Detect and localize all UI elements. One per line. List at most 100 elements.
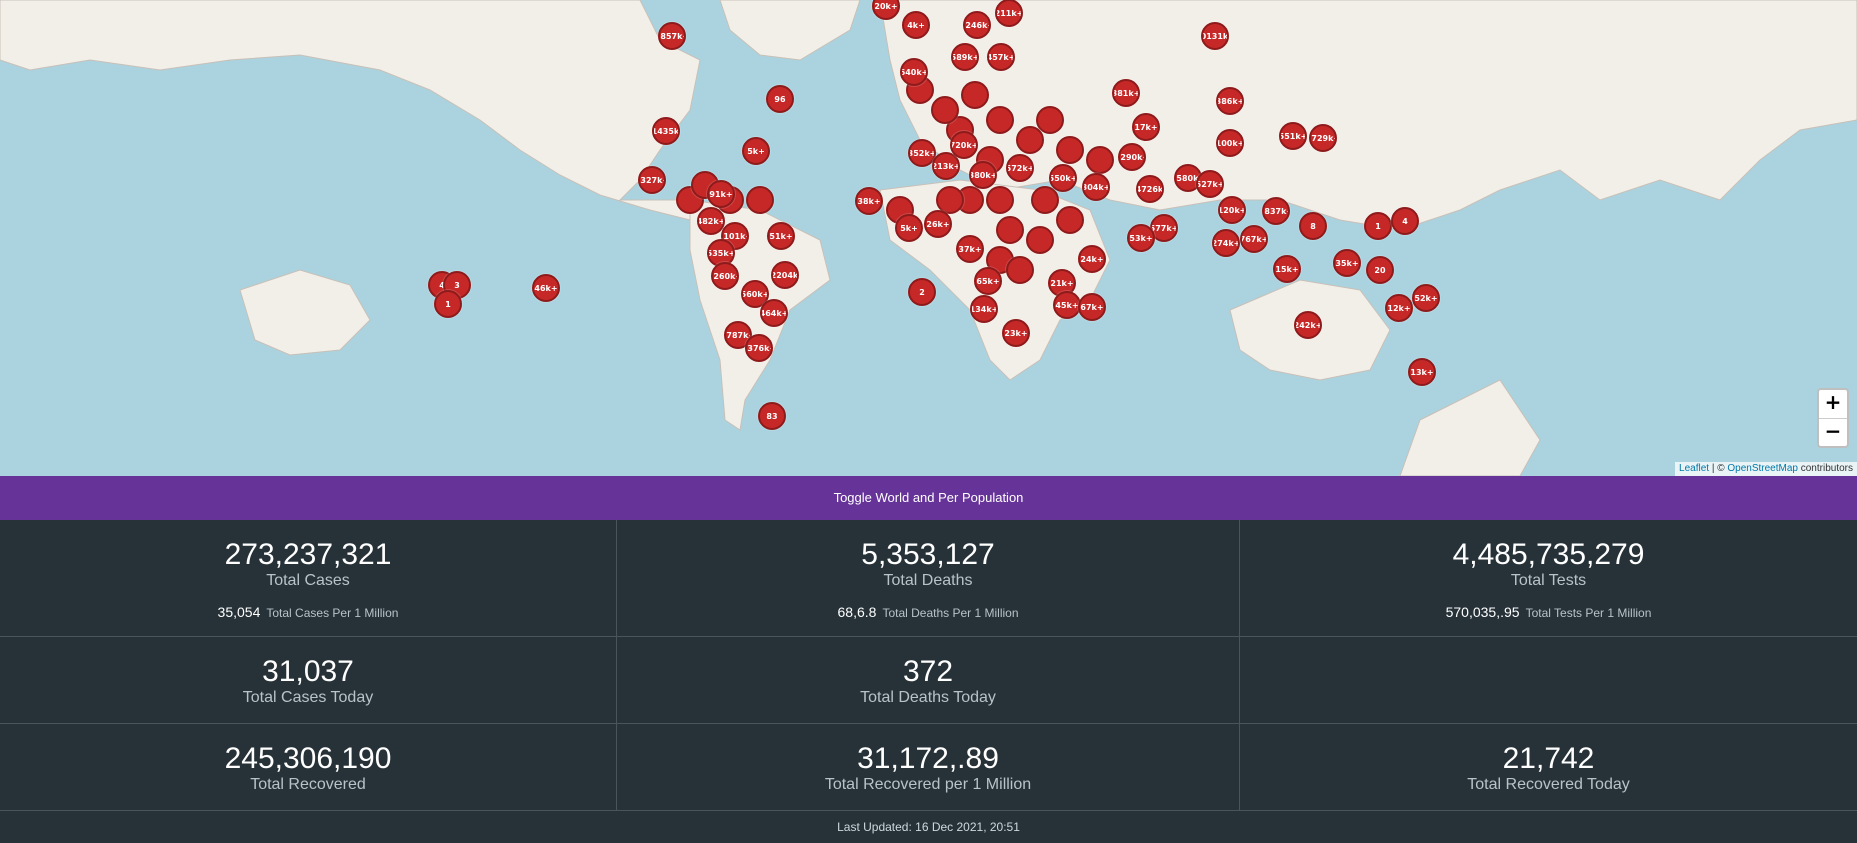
- cluster-marker[interactable]: 211k+: [995, 0, 1023, 27]
- cases-per-million-value: 35,054: [217, 604, 261, 620]
- cluster-marker[interactable]: [986, 106, 1014, 134]
- cluster-marker[interactable]: [1056, 206, 1084, 234]
- cluster-marker[interactable]: 464k+: [760, 299, 788, 327]
- cluster-marker[interactable]: 17k+: [1132, 113, 1160, 141]
- zoom-control: + −: [1817, 388, 1849, 448]
- cluster-marker[interactable]: 5376k+: [745, 334, 773, 362]
- total-tests-card: 4,485,735,279 Total Tests 570,035,.95 Tot…: [1240, 520, 1857, 636]
- cluster-marker[interactable]: 100k+: [1216, 129, 1244, 157]
- cluster-marker[interactable]: [1026, 226, 1054, 254]
- cluster-marker[interactable]: 120k+: [1218, 196, 1246, 224]
- cluster-marker[interactable]: 22204k+: [771, 261, 799, 289]
- cluster-marker[interactable]: 5k+: [742, 137, 770, 165]
- cluster-marker[interactable]: 527k+: [1196, 170, 1224, 198]
- cluster-marker[interactable]: 2260k+: [711, 262, 739, 290]
- total-tests-label: Total Tests: [1510, 572, 1587, 589]
- cases-today-value: 31,037: [262, 655, 354, 688]
- world-map[interactable]: 1857k+51435k+3327k+965k+91k+482k+5101k+5…: [0, 0, 1857, 476]
- zoom-in-button[interactable]: +: [1819, 390, 1847, 418]
- cases-today-label: Total Cases Today: [242, 689, 374, 706]
- cluster-marker[interactable]: 96: [766, 85, 794, 113]
- cluster-marker[interactable]: 65k+: [974, 267, 1002, 295]
- cluster-marker[interactable]: 2837k+: [1262, 197, 1290, 225]
- total-deaths-label: Total Deaths: [883, 572, 973, 589]
- cluster-marker[interactable]: [986, 186, 1014, 214]
- recovered-today-card: 21,742 Total Recovered Today: [1240, 724, 1857, 810]
- cluster-marker[interactable]: 2: [908, 278, 936, 306]
- cluster-marker[interactable]: 550k+: [1049, 164, 1077, 192]
- cluster-marker[interactable]: 51k+: [767, 222, 795, 250]
- cluster-marker[interactable]: 1857k+: [658, 22, 686, 50]
- cluster-marker[interactable]: 380k+: [969, 161, 997, 189]
- cluster-marker[interactable]: 37k+: [956, 235, 984, 263]
- cluster-marker[interactable]: 551k+: [1279, 122, 1307, 150]
- total-cases-card: 273,237,321 Total Cases 35,054 Total Case…: [0, 520, 617, 636]
- cluster-marker[interactable]: 20: [1366, 256, 1394, 284]
- cluster-marker[interactable]: 24k+: [1078, 245, 1106, 273]
- cluster-marker[interactable]: 5k+: [895, 214, 923, 242]
- cluster-marker[interactable]: 589k+: [951, 43, 979, 71]
- cluster-marker[interactable]: 8: [1299, 212, 1327, 240]
- deaths-today-label: Total Deaths Today: [860, 689, 996, 706]
- recovered-today-value: 21,742: [1502, 742, 1595, 775]
- cluster-marker[interactable]: 381k+: [1112, 79, 1140, 107]
- cluster-marker[interactable]: 13k+: [1408, 358, 1436, 386]
- cluster-marker[interactable]: 53k+: [1127, 224, 1155, 252]
- cluster-marker[interactable]: [1086, 146, 1114, 174]
- tests-per-million-value: 570,035,.95: [1445, 604, 1520, 620]
- last-updated: Last Updated: 16 Dec 2021, 20:51: [837, 820, 1020, 834]
- cluster-marker[interactable]: 38k+: [855, 187, 883, 215]
- toggle-world-per-population-button[interactable]: Toggle World and Per Population: [0, 476, 1857, 520]
- cluster-marker[interactable]: 67k+: [1078, 293, 1106, 321]
- cluster-marker[interactable]: 4: [1391, 207, 1419, 235]
- tests-per-million-label: Total Tests Per 1 Million: [1525, 606, 1652, 620]
- attribution-contributors: contributors: [1797, 463, 1853, 474]
- cluster-marker[interactable]: [746, 186, 774, 214]
- cluster-marker[interactable]: 767k+: [1240, 225, 1268, 253]
- cluster-marker[interactable]: 23k+: [1002, 319, 1030, 347]
- cluster-marker[interactable]: [931, 96, 959, 124]
- cluster-marker[interactable]: 26k+: [924, 210, 952, 238]
- cluster-marker[interactable]: 15k+: [1273, 255, 1301, 283]
- zoom-out-button[interactable]: −: [1819, 418, 1847, 446]
- cluster-marker[interactable]: 1290k+: [1118, 143, 1146, 171]
- cluster-marker[interactable]: 386k+: [1216, 87, 1244, 115]
- cluster-marker[interactable]: 3327k+: [638, 166, 666, 194]
- total-cases-value: 273,237,321: [224, 538, 392, 571]
- cluster-marker[interactable]: [1056, 136, 1084, 164]
- leaflet-link[interactable]: Leaflet: [1679, 463, 1709, 474]
- cluster-marker[interactable]: 52k+: [1412, 284, 1440, 312]
- cluster-marker[interactable]: [961, 81, 989, 109]
- cluster-marker[interactable]: 304k+: [1082, 173, 1110, 201]
- osm-link[interactable]: OpenStreetMap: [1727, 463, 1798, 474]
- cluster-marker[interactable]: [1006, 256, 1034, 284]
- cluster-marker[interactable]: 45k+: [1053, 291, 1081, 319]
- cluster-marker[interactable]: 91k+: [707, 180, 735, 208]
- cluster-marker[interactable]: [1031, 186, 1059, 214]
- cluster-marker[interactable]: 35k+: [1333, 249, 1361, 277]
- cluster-marker[interactable]: 10131k+: [1201, 22, 1229, 50]
- cluster-marker[interactable]: 572k+: [1006, 154, 1034, 182]
- cluster-marker[interactable]: 134k+: [970, 295, 998, 323]
- cluster-marker[interactable]: 46k+: [532, 274, 560, 302]
- cluster-marker[interactable]: [996, 216, 1024, 244]
- cluster-marker[interactable]: 12k+: [1385, 294, 1413, 322]
- cluster-marker[interactable]: [1016, 126, 1044, 154]
- recovered-per-million-label: Total Recovered per 1 Million: [824, 776, 1032, 793]
- recovered-per-million-value: 31,172,.89: [857, 742, 999, 775]
- cases-per-million-label: Total Cases Per 1 Million: [266, 606, 399, 620]
- cluster-marker[interactable]: 457k+: [987, 43, 1015, 71]
- cluster-marker[interactable]: 1729k+: [1309, 124, 1337, 152]
- cases-today-card: 31,037 Total Cases Today: [0, 637, 617, 723]
- cluster-marker[interactable]: 1: [1364, 212, 1392, 240]
- cluster-marker[interactable]: 1: [434, 290, 462, 318]
- cluster-marker[interactable]: 242k+: [1294, 311, 1322, 339]
- cluster-marker[interactable]: 274k+: [1212, 229, 1240, 257]
- cluster-marker[interactable]: 83: [758, 402, 786, 430]
- cluster-marker[interactable]: 4k+: [902, 11, 930, 39]
- cluster-marker[interactable]: 1246k+: [963, 11, 991, 39]
- cluster-marker[interactable]: 640k+: [900, 58, 928, 86]
- cluster-marker[interactable]: 720k+: [950, 131, 978, 159]
- cluster-marker[interactable]: 51435k+: [652, 117, 680, 145]
- cluster-marker[interactable]: 34726k+: [1136, 175, 1164, 203]
